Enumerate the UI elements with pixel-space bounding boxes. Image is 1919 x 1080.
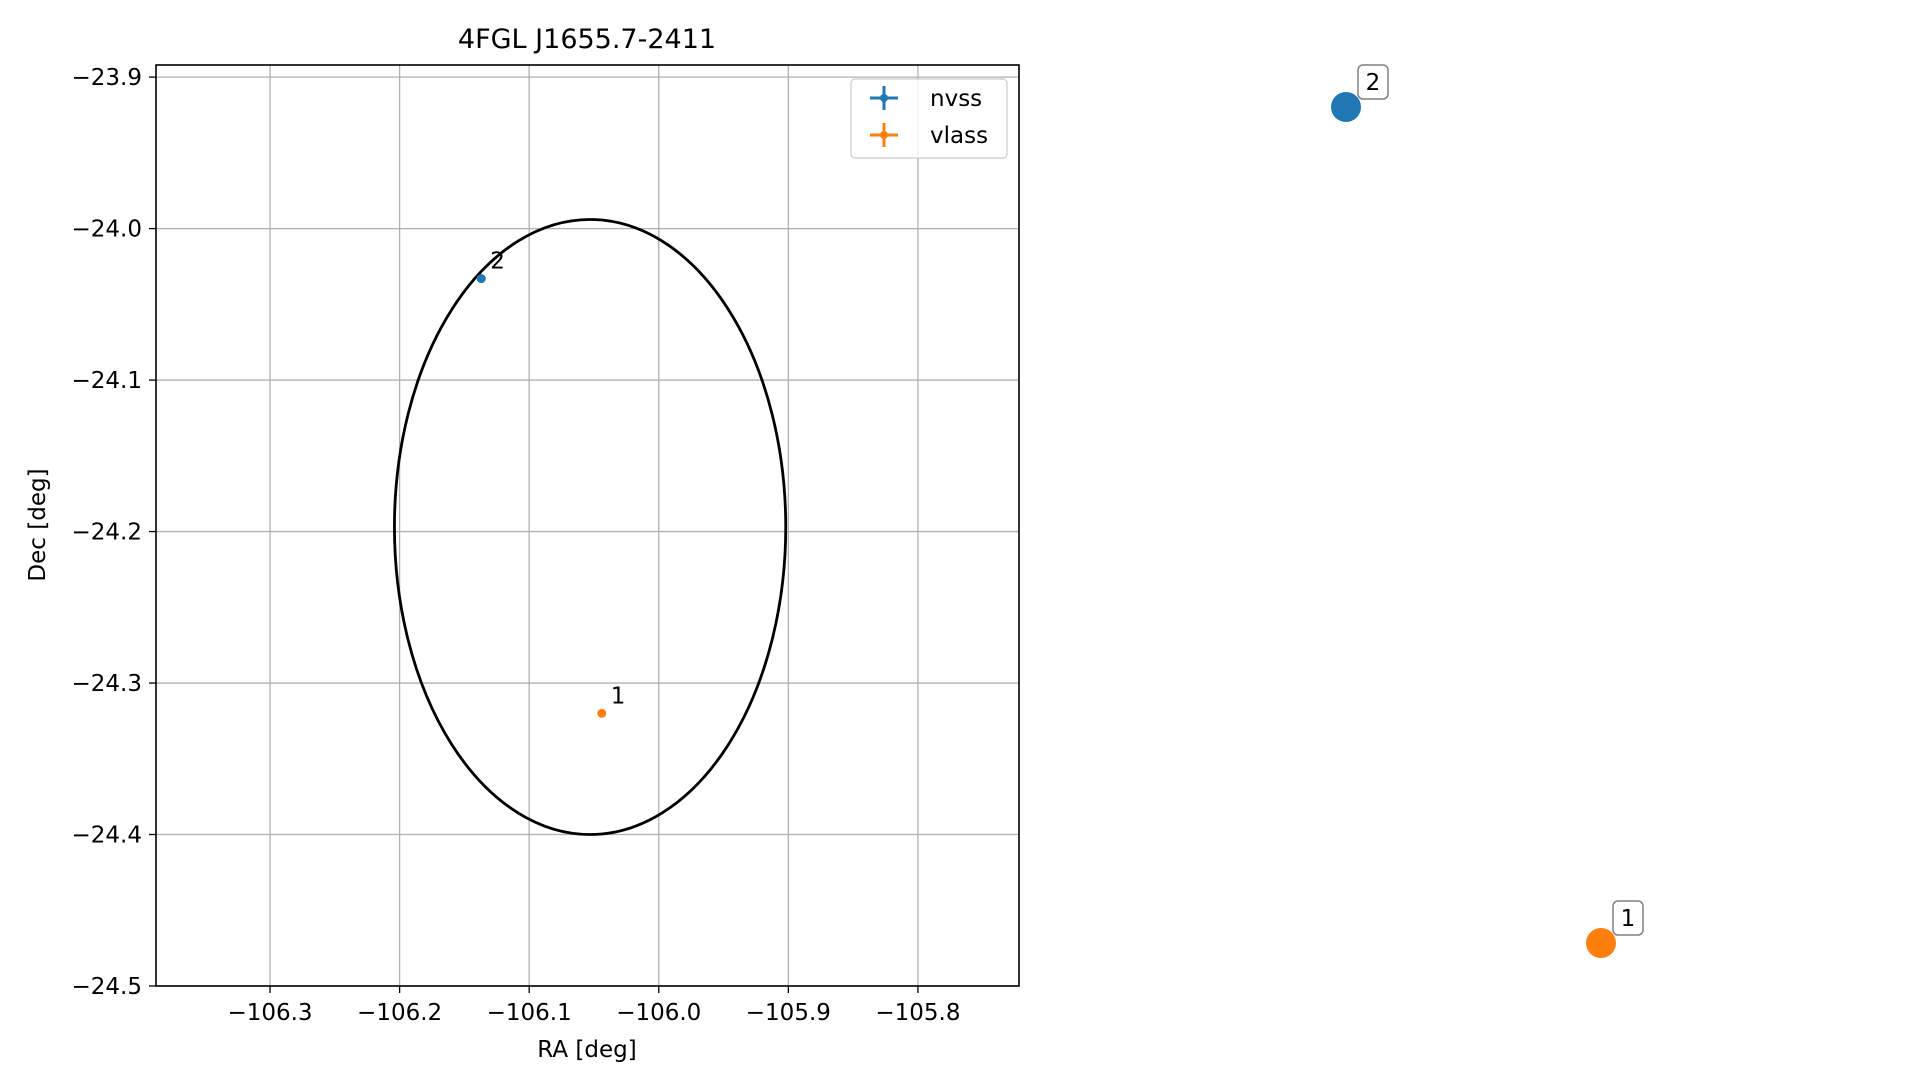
right-panel: 21 xyxy=(1331,64,1644,958)
legend-marker-vlass xyxy=(880,131,888,139)
y-tick-label: −24.4 xyxy=(72,823,142,849)
legend: nvss vlass xyxy=(850,78,1008,159)
ticks: −106.3 −106.2 −106.1 −106.0 −105.9 −105.8 −23.… xyxy=(72,65,961,1026)
grid xyxy=(156,65,1019,987)
y-tick-label: −24.5 xyxy=(72,974,142,1000)
x-tick-label: −106.3 xyxy=(227,1000,312,1026)
y-tick-label: −24.1 xyxy=(72,368,142,394)
y-tick-label: −23.9 xyxy=(72,65,142,91)
legend-marker-nvss xyxy=(880,94,888,102)
legend-label-nvss: nvss xyxy=(930,86,982,112)
point-label: 1 xyxy=(611,683,626,709)
x-axis-label: RA [deg] xyxy=(537,1037,636,1063)
plot-frame xyxy=(155,64,1020,987)
point-label: 1 xyxy=(1621,906,1636,932)
error-ellipse-layer xyxy=(393,218,788,836)
x-tick-label: −105.9 xyxy=(746,1000,831,1026)
x-tick-label: −106.0 xyxy=(616,1000,701,1026)
point-label: 2 xyxy=(1366,70,1381,96)
y-tick-label: −24.0 xyxy=(72,217,142,243)
point-label: 2 xyxy=(490,249,505,275)
data-point-nvss xyxy=(476,274,486,284)
chart-title: 4FGL J1655.7-2411 xyxy=(458,24,716,55)
y-tick-label: −24.3 xyxy=(72,671,142,697)
legend-label-vlass: vlass xyxy=(930,123,988,149)
error-ellipse xyxy=(393,218,788,836)
x-tick-label: −105.8 xyxy=(875,1000,960,1026)
x-tick-label: −106.2 xyxy=(357,1000,442,1026)
y-axis-label: Dec [deg] xyxy=(25,468,51,581)
x-tick-label: −106.1 xyxy=(487,1000,572,1026)
points-layer: 21 xyxy=(476,249,626,718)
large-point xyxy=(1331,92,1361,122)
data-point-vlass xyxy=(597,708,607,718)
figure: 4FGL J1655.7-2411 21 −106.3 −106.2 −106.1−… xyxy=(25,24,1644,1063)
large-point xyxy=(1586,928,1616,958)
y-tick-label: −24.2 xyxy=(72,520,142,546)
